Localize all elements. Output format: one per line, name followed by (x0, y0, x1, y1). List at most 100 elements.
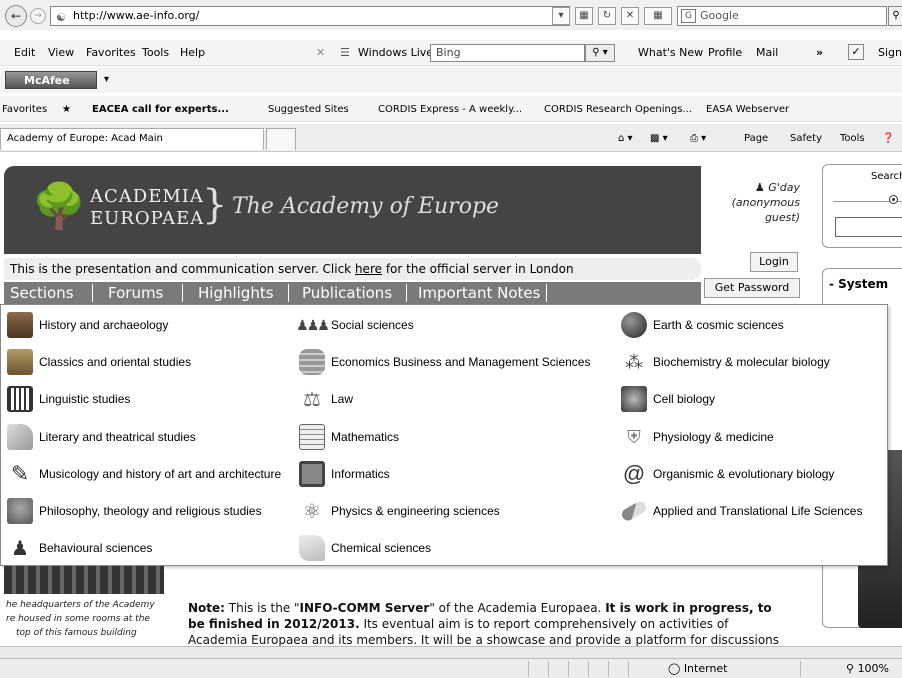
favorite-cordis-express[interactable]: CORDIS Express - A weekly... (378, 104, 522, 115)
menu-view[interactable]: View (48, 46, 74, 59)
add-favorite-icon[interactable]: ★ (62, 104, 71, 115)
menu-classics-oriental[interactable]: Classics and oriental studies (7, 347, 191, 377)
official-server-link[interactable]: here (355, 262, 382, 276)
feeds-icon[interactable]: ▩ ▾ (650, 133, 668, 144)
favorite-eacea[interactable]: EACEA call for experts... (92, 104, 229, 115)
login-button[interactable]: Login (750, 252, 798, 272)
mail-link[interactable]: Mail (756, 46, 778, 59)
building-photo (4, 566, 164, 594)
molecule-icon: ⁂ (625, 351, 643, 372)
status-bar: ◯ Internet ⚲ 100% (0, 658, 902, 678)
coins-icon (299, 349, 325, 375)
menu-philosophy-theology[interactable]: Philosophy, theology and religious studi… (7, 496, 262, 526)
new-tab-button[interactable] (266, 128, 296, 150)
menu-physiology-medicine[interactable]: ⛨ Physiology & medicine (621, 422, 773, 452)
dropdown-arrow-icon[interactable]: ▾ (552, 7, 570, 25)
tree-logo-icon: 🌳 (31, 181, 87, 232)
menu-chemical-sciences[interactable]: Chemical sciences (299, 533, 431, 563)
url-input[interactable]: ☯ http://www.ae-info.org/ (50, 6, 570, 26)
menu-tools[interactable]: Tools (142, 46, 169, 59)
mcafee-button[interactable]: McAfee (5, 71, 97, 89)
favorites-button[interactable]: Favorites (2, 104, 47, 115)
browser-search-button[interactable]: ⚲ (888, 6, 902, 26)
calculator-icon (299, 424, 325, 450)
menu-organismic-evolutionary[interactable]: @ Organismic & evolutionary biology (621, 459, 835, 489)
close-icon[interactable]: ✕ (316, 46, 325, 59)
site-search-input[interactable] (835, 217, 902, 237)
photo-caption-1: he headquarters of the Academy (6, 600, 155, 610)
sign-in-link[interactable]: Sign (878, 46, 902, 59)
sections-nav: Sections Forums Highlights Publications … (4, 282, 701, 304)
menu-biochemistry[interactable]: ⁂ Biochemistry & molecular biology (621, 347, 830, 377)
zoom-level[interactable]: ⚲ 100% (846, 661, 889, 677)
menu-cell-biology[interactable]: Cell biology (621, 384, 715, 414)
menu-applied-translational[interactable]: Applied and Translational Life Sciences (619, 496, 862, 526)
back-button[interactable]: ← (5, 5, 27, 27)
favorites-bar: Favorites ★ EACEA call for experts... Su… (0, 96, 902, 122)
whats-new-link[interactable]: What's New (638, 46, 703, 59)
menu-history-archaeology[interactable]: History and archaeology (7, 310, 168, 340)
search-label: Search (871, 171, 902, 182)
compatibility-icon[interactable]: ▦ (575, 7, 593, 25)
tab-highlights[interactable]: Highlights (198, 284, 274, 302)
menu-earth-cosmic[interactable]: Earth & cosmic sciences (621, 310, 784, 340)
page-menu[interactable]: Page (744, 133, 768, 144)
tab-academy[interactable]: Academy of Europe: Acad Main (0, 128, 264, 150)
tab-publications[interactable]: Publications (302, 284, 392, 302)
person-icon: ♟ (11, 537, 29, 560)
site-tagline: The Academy of Europe (232, 194, 500, 219)
address-bar: ← → ☯ http://www.ae-info.org/ ▾ ▦ ↻ ✕ ▦ … (0, 0, 902, 30)
stop-icon[interactable]: ✕ (621, 7, 639, 25)
protected-mode-icon[interactable] (800, 661, 844, 677)
favorite-cordis-research[interactable]: CORDIS Research Openings... (544, 104, 692, 115)
search-radio[interactable] (889, 195, 898, 204)
info-strip: This is the presentation and communicati… (4, 258, 701, 280)
safety-menu[interactable]: Safety (790, 133, 822, 144)
menu-linguistic-studies[interactable]: Linguistic studies (7, 384, 130, 414)
menu-mathematics[interactable]: Mathematics (299, 422, 399, 452)
menu-social-sciences[interactable]: ♟♟♟ Social sciences (296, 310, 414, 340)
globe-zone-icon: ◯ (668, 662, 681, 675)
menu-literary-theatrical[interactable]: Literary and theatrical studies (7, 422, 196, 452)
search-provider-icon[interactable]: ▦ (644, 7, 672, 25)
tab-bar: Academy of Europe: Acad Main ⌂ ▾ ▩ ▾ ⎙ ▾… (0, 124, 902, 152)
mcafee-toolbar: McAfee ▾ (0, 67, 902, 93)
menu-musicology-art[interactable]: ✎ Musicology and history of art and arch… (7, 459, 281, 489)
print-icon[interactable]: ⎙ ▾ (690, 133, 706, 144)
menu-informatics[interactable]: Informatics (299, 459, 390, 489)
get-password-button[interactable]: Get Password (704, 278, 800, 298)
menu-law[interactable]: ⚖ Law (299, 384, 353, 414)
cell-icon (621, 386, 647, 412)
refresh-icon[interactable]: ↻ (598, 7, 616, 25)
browser-search-input[interactable]: G Google (677, 6, 887, 26)
sections-dropdown-menu: History and archaeology Classics and ori… (0, 304, 888, 566)
menu-economics-business[interactable]: Economics Business and Management Scienc… (299, 347, 590, 377)
tab-important-notes[interactable]: Important Notes (418, 284, 540, 302)
windows-live-search-button[interactable]: ⚲ ▾ (585, 44, 615, 62)
tools-menu[interactable]: Tools (840, 133, 865, 144)
checkbox-icon[interactable]: ✓ (848, 44, 864, 60)
windows-live-search-input[interactable]: Bing (430, 44, 585, 62)
horizontal-scrollbar[interactable] (0, 646, 902, 658)
pill-icon (619, 499, 649, 523)
menu-behavioural-sciences[interactable]: ♟ Behavioural sciences (7, 533, 152, 563)
chevron-right-icon[interactable]: » (816, 46, 823, 59)
windows-live-label[interactable]: Windows Live (358, 46, 433, 59)
profile-link[interactable]: Profile (708, 46, 742, 59)
google-icon: G (681, 9, 696, 23)
menu-edit[interactable]: Edit (14, 46, 35, 59)
brush-icon: ✎ (10, 461, 30, 486)
home-icon[interactable]: ⌂ ▾ (618, 133, 633, 144)
help-icon[interactable]: ❓ (882, 133, 894, 144)
favorite-suggested-sites[interactable]: Suggested Sites (268, 104, 349, 115)
snail-icon: @ (622, 461, 646, 486)
forward-button[interactable]: → (30, 8, 46, 24)
menu-physics-engineering[interactable]: ⚛ Physics & engineering sciences (299, 496, 500, 526)
tab-sections[interactable]: Sections (10, 284, 74, 302)
favorite-easa[interactable]: EASA Webserver (706, 104, 789, 115)
menu-help[interactable]: Help (180, 46, 205, 59)
menu-favorites[interactable]: Favorites (86, 46, 136, 59)
site-icon: ☯ (56, 11, 66, 24)
tab-forums[interactable]: Forums (108, 284, 163, 302)
chevron-down-icon[interactable]: ▾ (104, 74, 109, 85)
